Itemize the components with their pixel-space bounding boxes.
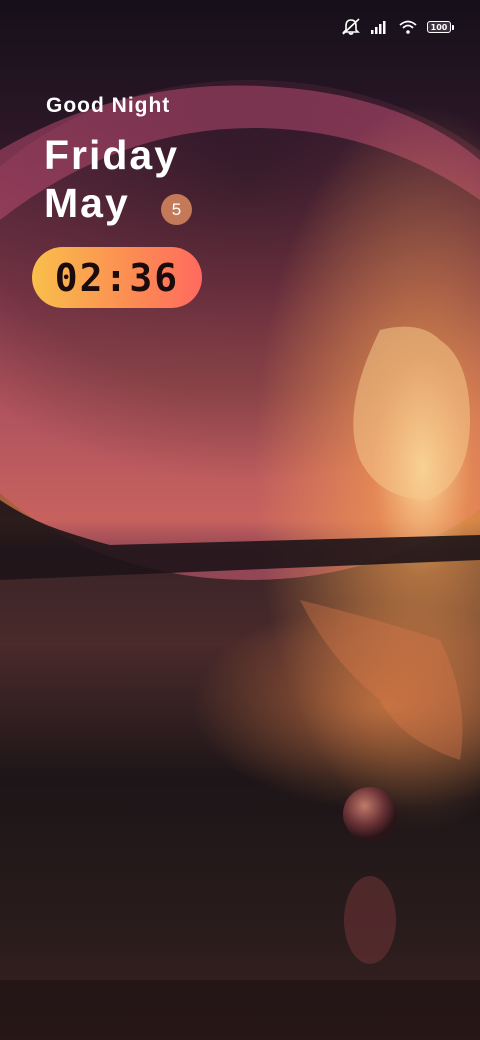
day-of-week: Friday	[44, 132, 180, 178]
wifi-icon	[399, 20, 417, 34]
clock: 02:36	[32, 247, 202, 308]
month: May	[44, 180, 130, 226]
signal-icon	[371, 20, 389, 34]
status-bar: 100	[341, 16, 454, 38]
date-badge: 5	[161, 194, 192, 225]
greeting: Good Night	[46, 94, 171, 117]
battery-level: 100	[427, 21, 451, 33]
mute-icon	[341, 18, 361, 36]
battery-tip	[452, 24, 454, 30]
battery-icon: 100	[427, 21, 454, 33]
